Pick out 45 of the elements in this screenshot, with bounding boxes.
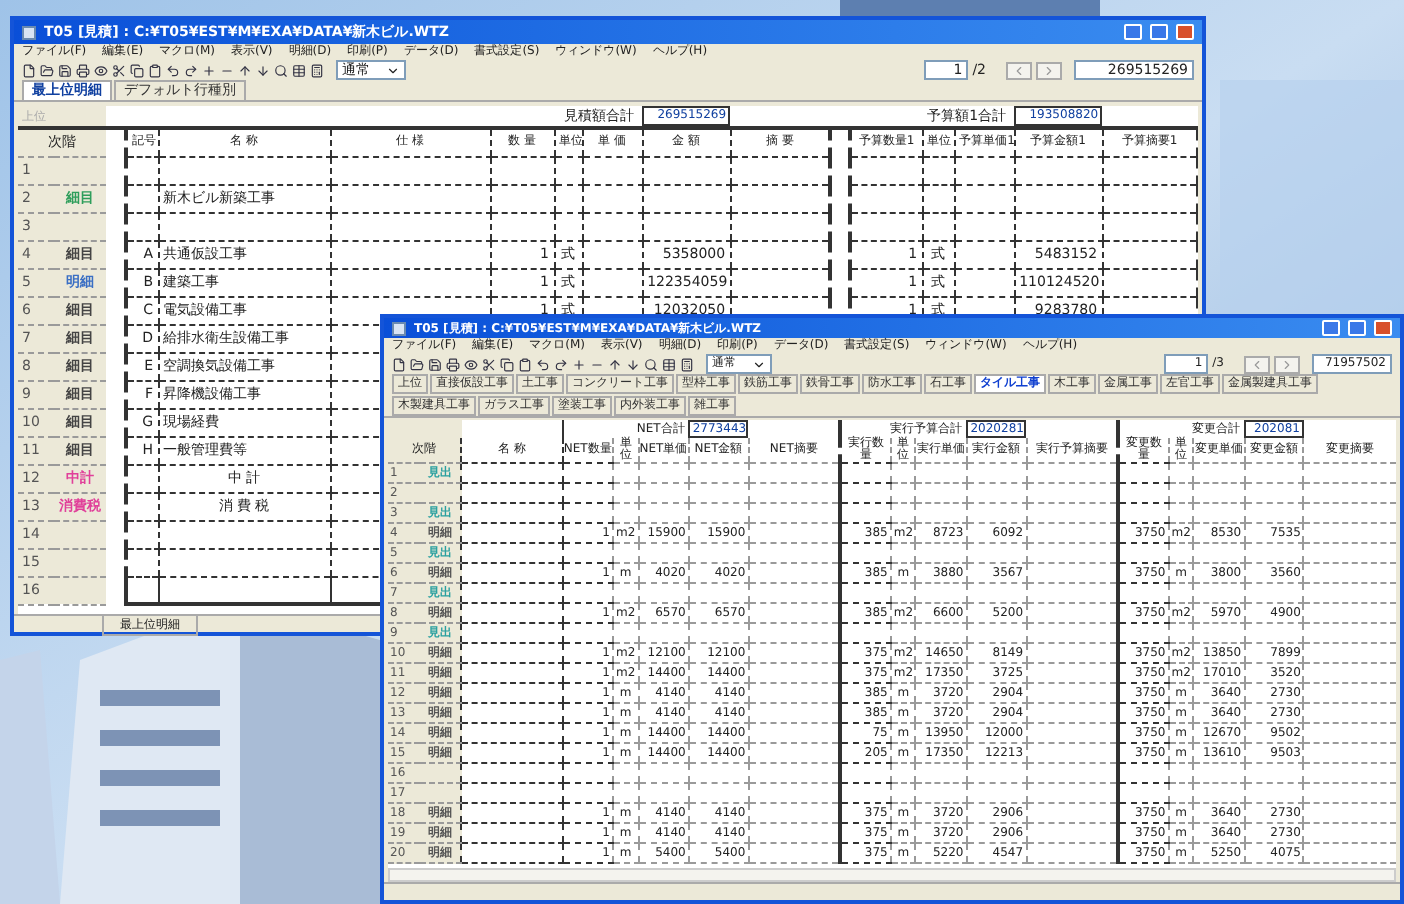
- redo-icon[interactable]: [554, 357, 568, 371]
- calculator-icon[interactable]: [310, 63, 324, 77]
- preview-icon[interactable]: [464, 357, 478, 371]
- maximize-button[interactable]: [1150, 24, 1168, 40]
- close-button[interactable]: [1374, 320, 1392, 336]
- copy-icon[interactable]: [130, 63, 144, 77]
- search-icon[interactable]: [644, 357, 658, 371]
- table-icon[interactable]: [662, 357, 676, 371]
- horizontal-scrollbar[interactable]: [388, 868, 1396, 882]
- print-icon[interactable]: [446, 357, 460, 371]
- dropdown-icon: [752, 357, 766, 371]
- dropdown-icon: [386, 63, 400, 77]
- save-icon[interactable]: [428, 357, 442, 371]
- left-icon: [1012, 63, 1026, 77]
- redo-icon[interactable]: [184, 63, 198, 77]
- minimize-button[interactable]: [1124, 24, 1142, 40]
- right-icon: [1042, 63, 1056, 77]
- print-icon[interactable]: [76, 63, 90, 77]
- app-icon: [22, 25, 36, 39]
- calculator-icon[interactable]: [680, 357, 694, 371]
- arrow-up-icon[interactable]: [238, 63, 252, 77]
- arrow-down-icon[interactable]: [626, 357, 640, 371]
- cut-icon[interactable]: [112, 63, 126, 77]
- search-icon[interactable]: [274, 63, 288, 77]
- undo-icon[interactable]: [536, 357, 550, 371]
- arrow-down-icon[interactable]: [256, 63, 270, 77]
- paste-icon[interactable]: [148, 63, 162, 77]
- save-icon[interactable]: [58, 63, 72, 77]
- right-icon: [1280, 357, 1294, 371]
- table-icon[interactable]: [292, 63, 306, 77]
- folder-icon[interactable]: [40, 63, 54, 77]
- cut-icon[interactable]: [482, 357, 496, 371]
- maximize-button[interactable]: [1348, 320, 1366, 336]
- new-file-icon[interactable]: [22, 63, 36, 77]
- folder-icon[interactable]: [410, 357, 424, 371]
- undo-icon[interactable]: [166, 63, 180, 77]
- arrow-up-icon[interactable]: [608, 357, 622, 371]
- paste-icon[interactable]: [518, 357, 532, 371]
- left-icon: [1250, 357, 1264, 371]
- minimize-button[interactable]: [1322, 320, 1340, 336]
- close-button[interactable]: [1176, 24, 1194, 40]
- app-icon: [392, 321, 406, 335]
- copy-icon[interactable]: [500, 357, 514, 371]
- new-file-icon[interactable]: [392, 357, 406, 371]
- preview-icon[interactable]: [94, 63, 108, 77]
